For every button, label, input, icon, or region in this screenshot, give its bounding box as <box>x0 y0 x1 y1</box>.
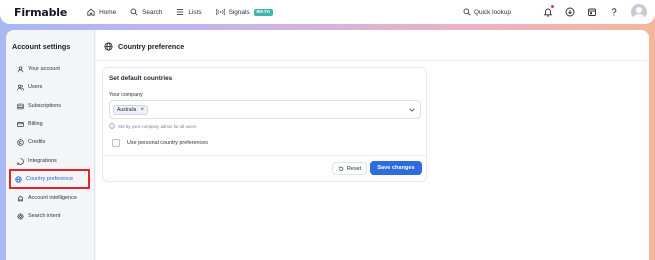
info-icon <box>109 123 115 129</box>
nav-home-label: Home <box>99 8 117 16</box>
search-intent-icon <box>17 212 24 220</box>
nav-search[interactable]: Search <box>130 8 162 16</box>
sidebar-item-billing[interactable]: Billing <box>12 117 89 131</box>
sidebar-item-country-preference[interactable]: Country preference <box>9 169 90 189</box>
intelligence-icon <box>18 195 23 201</box>
nav-signals-label: Signals <box>228 8 250 16</box>
signal-icon <box>215 8 225 16</box>
remove-chip-icon[interactable]: × <box>140 107 144 113</box>
personal-preferences-row[interactable]: Use personal country preferences <box>112 139 208 147</box>
quick-lookup-button[interactable]: Quick lookup <box>463 8 511 16</box>
sidebar-item-subscriptions[interactable]: Subscriptions <box>12 99 89 113</box>
field-label: Your company <box>109 92 143 98</box>
sidebar-item-your-account[interactable]: Your account <box>12 62 89 76</box>
sidebar-item-label: Search intent <box>28 213 61 219</box>
nav-home[interactable]: Home <box>87 8 116 16</box>
card-title: Set default countries <box>109 75 173 82</box>
chevron-down-icon[interactable] <box>408 106 416 114</box>
sidebar-item-credits[interactable]: Credits <box>12 135 89 149</box>
sidebar-item-label: Credits <box>28 139 46 145</box>
user-icon <box>17 65 24 72</box>
help-button[interactable] <box>607 5 621 19</box>
sidebar-item-label: Integrations <box>28 158 57 164</box>
sidebar-item-label: Account intelligence <box>28 195 77 201</box>
admin-hint: Set by your company admin for all users <box>109 123 196 129</box>
help-icon <box>611 8 617 16</box>
avatar-body <box>633 14 645 20</box>
sidebar-title: Account settings <box>12 42 71 51</box>
search-icon <box>130 8 138 16</box>
admin-hint-text: Set by your company admin for all users <box>118 123 197 129</box>
nav-lists[interactable]: Lists <box>176 8 202 16</box>
top-navigation-bar: Firmable Home Search Lists Signals BETA … <box>0 0 655 24</box>
nav-signals[interactable]: Signals BETA <box>215 8 274 16</box>
sidebar-item-label: Country preference <box>26 176 74 182</box>
default-countries-card: Set default countries Your company Austr… <box>102 67 427 182</box>
integrations-icon <box>17 157 24 165</box>
sidebar-item-label: Users <box>28 84 43 90</box>
download-button[interactable] <box>563 5 577 19</box>
card-divider <box>103 155 426 156</box>
users-icon <box>17 84 24 90</box>
checkbox-label: Use personal country preferences <box>127 140 208 146</box>
sidebar-item-users[interactable]: Users <box>12 80 89 94</box>
home-icon <box>87 8 95 16</box>
avatar[interactable] <box>631 4 647 20</box>
calendar-icon <box>588 8 596 16</box>
sidebar-item-label: Billing <box>28 121 43 127</box>
header-divider <box>96 60 649 61</box>
beta-badge: BETA <box>253 8 274 16</box>
billing-card-icon <box>17 121 24 127</box>
subscriptions-icon <box>17 103 24 109</box>
page-title-text: Country preference <box>118 42 185 51</box>
page-title: Country preference <box>104 42 184 51</box>
search-icon <box>463 8 471 16</box>
settings-sidebar: Account settings Your account Users Subs… <box>6 30 95 260</box>
notification-dot <box>551 5 554 8</box>
settings-content: Country preference Set default countries… <box>96 30 649 260</box>
download-icon <box>565 7 575 17</box>
calendar-button[interactable] <box>585 5 599 19</box>
sidebar-item-label: Subscriptions <box>28 103 62 109</box>
globe-icon <box>15 175 22 183</box>
reset-icon <box>338 166 344 171</box>
main-panel: Account settings Your account Users Subs… <box>6 30 649 260</box>
nav-search-label: Search <box>142 8 163 16</box>
country-chip: Australia × <box>113 105 148 115</box>
credits-icon <box>17 138 24 146</box>
quick-lookup-label: Quick lookup <box>474 8 511 16</box>
list-icon <box>177 9 184 15</box>
sidebar-item-account-intelligence[interactable]: Account intelligence <box>12 191 89 205</box>
reset-label: Reset <box>346 165 362 172</box>
avatar-head <box>636 7 642 13</box>
sidebar-item-label: Your account <box>28 66 60 72</box>
globe-icon <box>104 42 113 51</box>
reset-button[interactable]: Reset <box>332 162 367 175</box>
sidebar-item-integrations[interactable]: Integrations <box>12 154 89 168</box>
country-select[interactable]: Australia × <box>109 100 421 119</box>
personal-preferences-checkbox[interactable] <box>112 139 120 147</box>
save-changes-button[interactable]: Save changes <box>370 161 422 175</box>
notification-bell-icon <box>543 8 553 17</box>
firmable-logo[interactable]: Firmable <box>14 6 67 19</box>
notifications-button[interactable] <box>541 5 555 19</box>
country-chip-label: Australia <box>117 107 137 113</box>
sidebar-item-search-intent[interactable]: Search intent <box>12 209 89 223</box>
nav-lists-label: Lists <box>188 8 202 16</box>
